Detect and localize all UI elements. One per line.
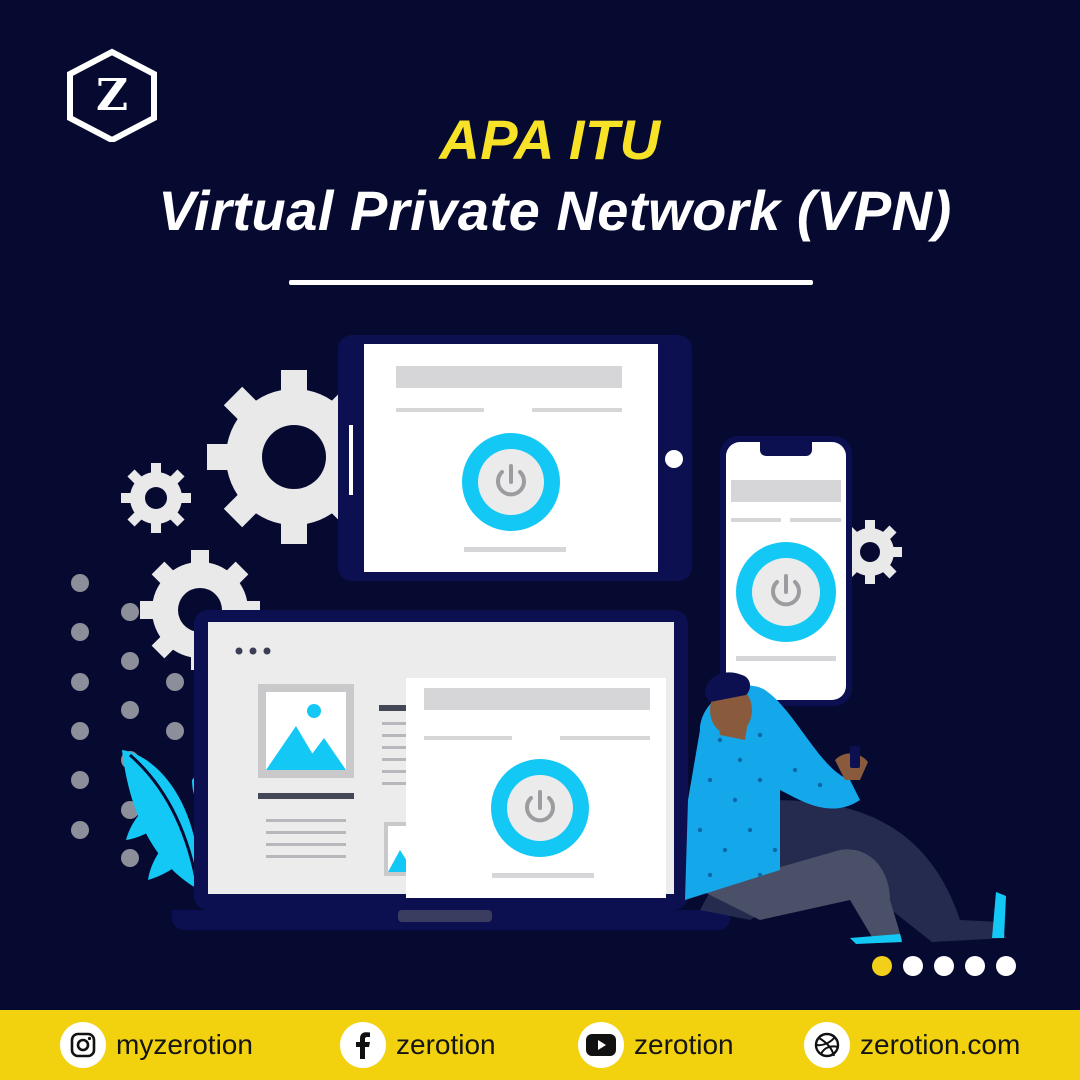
dribbble-icon — [804, 1022, 850, 1068]
facebook-handle: zerotion — [396, 1029, 496, 1060]
phone-device — [720, 436, 852, 706]
instagram-icon — [60, 1022, 106, 1068]
youtube-icon — [578, 1022, 624, 1068]
vpn-illustration-graphic — [71, 335, 1006, 944]
vpn-post: Z APA ITU Virtual Private Network (VPN) — [0, 0, 1080, 1080]
person-with-phone — [685, 672, 1006, 944]
pager-dot-active[interactable] — [872, 956, 892, 976]
pager-dot[interactable] — [965, 956, 985, 976]
laptop-device — [172, 610, 730, 930]
youtube-handle: zerotion — [634, 1029, 734, 1060]
website-url: zerotion.com — [860, 1029, 1021, 1060]
small-gear-icon — [121, 463, 191, 533]
social-facebook[interactable]: zerotion — [340, 1015, 496, 1075]
title-line-1: APA ITU — [439, 108, 661, 171]
social-youtube[interactable]: zerotion — [578, 1015, 734, 1075]
title-line-2: Virtual Private Network (VPN) — [158, 179, 952, 242]
pager-dot[interactable] — [903, 956, 923, 976]
tablet-device — [338, 335, 692, 581]
slide-pager — [872, 956, 1016, 978]
pager-dot[interactable] — [934, 956, 954, 976]
social-website[interactable]: zerotion.com — [804, 1015, 1020, 1075]
vpn-illustration — [60, 330, 1040, 950]
instagram-handle: myzerotion — [116, 1029, 253, 1060]
social-instagram[interactable]: myzerotion — [60, 1015, 253, 1075]
pager-dot[interactable] — [996, 956, 1016, 976]
facebook-icon — [340, 1022, 386, 1068]
title-divider — [289, 280, 813, 285]
